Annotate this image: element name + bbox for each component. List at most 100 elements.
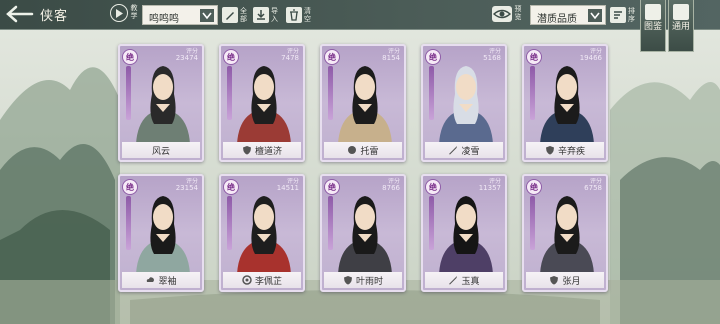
rarity-ribbon	[227, 196, 232, 250]
rarity-ribbon	[126, 66, 131, 120]
hero-card[interactable]: 绝 评分 6758 张月	[522, 174, 608, 292]
hero-portrait	[126, 54, 200, 144]
hero-card[interactable]: 绝 评分 19466 辛弃疾	[522, 44, 608, 162]
hero-score: 评分 19466	[580, 48, 602, 62]
hero-score: 评分 7478	[281, 48, 299, 62]
hero-name: 托雷	[360, 146, 379, 157]
hero-portrait	[429, 54, 503, 144]
scroll-icon	[673, 4, 689, 20]
hero-score-value: 8154	[382, 54, 400, 62]
hero-name-bar: 张月	[526, 272, 604, 288]
hero-score: 评分 14511	[277, 178, 299, 192]
hero-name-bar: 翠袖	[122, 272, 200, 288]
hero-name: 风云	[151, 146, 170, 157]
rarity-badge: 绝	[122, 49, 138, 65]
side-button-codex[interactable]: 图鉴	[640, 0, 666, 52]
rarity-badge: 绝	[324, 179, 340, 195]
clear-button[interactable]: 清空	[286, 5, 312, 25]
sect-icon	[545, 145, 555, 155]
hero-name: 张月	[562, 276, 581, 287]
hero-portrait	[328, 54, 402, 144]
eye-icon[interactable]	[492, 6, 512, 22]
side-button-general-label: 通用	[671, 22, 690, 32]
hero-name-bar: 辛弃疾	[526, 142, 604, 158]
hero-card[interactable]: 绝 评分 14511 李佩芷	[219, 174, 305, 292]
hero-score: 评分 23154	[176, 178, 198, 192]
hero-name-bar: 叶雨时	[324, 272, 402, 288]
sort-order-button[interactable]: 排序	[610, 5, 636, 25]
hero-name-bar: 凌雪	[425, 142, 503, 158]
back-arrow-icon[interactable]	[4, 3, 36, 25]
rarity-badge: 绝	[425, 49, 441, 65]
hero-name-bar: 风云	[122, 142, 200, 158]
hero-score-value: 23154	[175, 184, 198, 192]
hero-score-value: 8766	[382, 184, 400, 192]
hero-score: 评分 8766	[382, 178, 400, 192]
sect-icon	[242, 275, 252, 285]
select-all-label: 全部	[240, 7, 247, 23]
hero-score-value: 14511	[276, 184, 299, 192]
hero-name-bar: 玉真	[425, 272, 503, 288]
select-all-button[interactable]: 全部	[222, 5, 248, 25]
sect-icon	[448, 275, 458, 285]
hero-card[interactable]: 绝 评分 7478 檀道济	[219, 44, 305, 162]
hero-score: 评分 23474	[176, 48, 198, 62]
rarity-ribbon	[429, 66, 434, 120]
preview-label: 预览	[514, 5, 522, 21]
hero-portrait	[227, 54, 301, 144]
hero-portrait	[530, 54, 604, 144]
import-label: 导入	[271, 7, 278, 23]
hero-portrait	[126, 184, 200, 274]
rarity-badge: 绝	[223, 49, 239, 65]
hero-portrait	[429, 184, 503, 274]
hero-name: 玉真	[461, 276, 480, 287]
sect-icon	[448, 145, 458, 155]
page-title: 侠客	[40, 9, 69, 24]
sect-icon	[347, 145, 357, 155]
sect-icon	[145, 275, 155, 285]
play-icon	[116, 8, 123, 18]
sect-icon	[549, 275, 559, 285]
top-bar: 侠客 教学 鸣鸣鸣 全部 导入 清空 预览 潜质品质 排序	[0, 0, 720, 30]
hero-name: 凌雪	[461, 146, 480, 157]
sort-order-label: 排序	[628, 7, 635, 23]
sect-icon	[343, 275, 353, 285]
hero-card[interactable]: 绝 评分 5168 凌雪	[421, 44, 507, 162]
side-button-general[interactable]: 通用	[668, 0, 694, 52]
rarity-badge: 绝	[425, 179, 441, 195]
hero-score-value: 6758	[584, 184, 602, 192]
hero-card[interactable]: 绝 评分 8154 托雷	[320, 44, 406, 162]
chevron-down-icon	[200, 9, 214, 22]
rarity-badge: 绝	[223, 179, 239, 195]
hero-name-bar: 檀道济	[223, 142, 301, 158]
hero-portrait	[227, 184, 301, 274]
chevron-down-icon	[588, 9, 602, 22]
rarity-ribbon	[530, 66, 535, 120]
sect-icon	[242, 145, 252, 155]
rarity-badge: 绝	[526, 49, 542, 65]
hero-portrait	[328, 184, 402, 274]
hero-score: 评分 6758	[584, 178, 602, 192]
hero-score-value: 7478	[281, 54, 299, 62]
tutorial-play-button[interactable]	[110, 4, 128, 22]
hero-card[interactable]: 绝 评分 23474 风云	[118, 44, 204, 162]
import-button[interactable]: 导入	[253, 5, 279, 25]
hero-portrait	[530, 184, 604, 274]
rarity-ribbon	[429, 196, 434, 250]
hero-score-value: 19466	[579, 54, 602, 62]
rarity-ribbon	[227, 66, 232, 120]
filter-dropdown[interactable]: 鸣鸣鸣	[142, 5, 218, 25]
hero-card[interactable]: 绝 评分 11357 玉真	[421, 174, 507, 292]
filter-value: 鸣鸣鸣	[149, 14, 179, 25]
hero-card[interactable]: 绝 评分 23154 翠袖	[118, 174, 204, 292]
rarity-ribbon	[126, 196, 131, 250]
rarity-ribbon	[530, 196, 535, 250]
hero-name: 李佩芷	[254, 276, 282, 287]
sort-dropdown[interactable]: 潜质品质	[530, 5, 606, 25]
rarity-badge: 绝	[526, 179, 542, 195]
sort-value: 潜质品质	[537, 14, 577, 25]
hero-name: 辛弃疾	[557, 146, 585, 157]
hero-card[interactable]: 绝 评分 8766 叶雨时	[320, 174, 406, 292]
hero-name: 叶雨时	[355, 276, 383, 287]
hero-name: 翠袖	[158, 276, 177, 287]
